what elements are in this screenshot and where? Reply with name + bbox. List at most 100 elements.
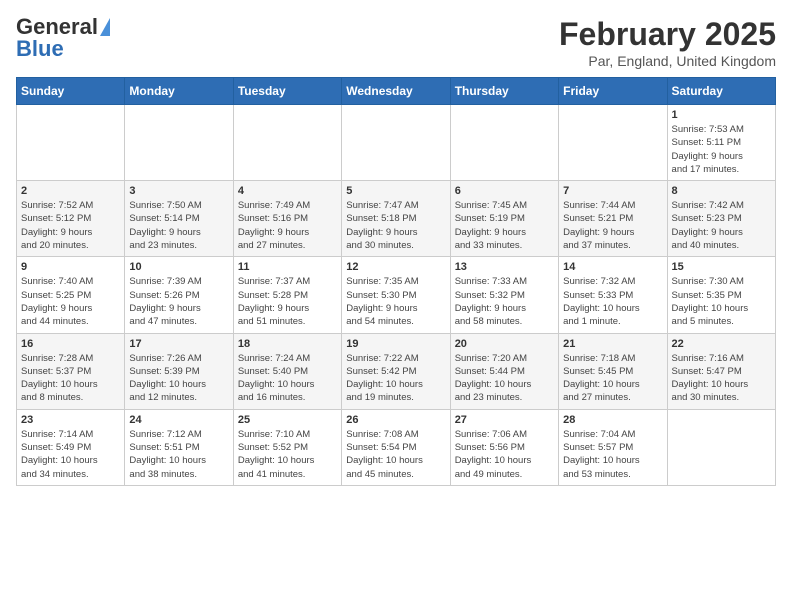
- calendar-week-row: 2 Sunrise: 7:52 AM Sunset: 5:12 PM Daylig…: [17, 181, 776, 257]
- day-info: Sunrise: 7:10 AM Sunset: 5:52 PM Dayligh…: [238, 428, 337, 481]
- day-number: 18: [238, 338, 337, 350]
- calendar-cell: 26 Sunrise: 7:08 AM Sunset: 5:54 PM Dayli…: [342, 409, 450, 485]
- calendar-week-row: 1 Sunrise: 7:53 AM Sunset: 5:11 PM Daylig…: [17, 105, 776, 181]
- day-number: 10: [129, 261, 228, 273]
- calendar-cell: 27 Sunrise: 7:06 AM Sunset: 5:56 PM Dayli…: [450, 409, 558, 485]
- weekday-header-saturday: Saturday: [667, 78, 775, 105]
- calendar-cell: 11Sunrise: 7:37 AM Sunset: 5:28 PM Dayli…: [233, 257, 341, 333]
- calendar-cell: [17, 105, 125, 181]
- calendar-cell: 13 Sunrise: 7:33 AM Sunset: 5:32 PM Dayli…: [450, 257, 558, 333]
- calendar-table: SundayMondayTuesdayWednesdayThursdayFrid…: [16, 77, 776, 486]
- calendar-cell: 17 Sunrise: 7:26 AM Sunset: 5:39 PM Dayli…: [125, 333, 233, 409]
- page-subtitle: Par, England, United Kingdom: [559, 53, 776, 69]
- day-number: 25: [238, 414, 337, 426]
- day-info: Sunrise: 7:20 AM Sunset: 5:44 PM Dayligh…: [455, 352, 554, 405]
- day-info: Sunrise: 7:45 AM Sunset: 5:19 PM Dayligh…: [455, 199, 554, 252]
- day-number: 1: [672, 109, 771, 121]
- day-info: Sunrise: 7:30 AM Sunset: 5:35 PM Dayligh…: [672, 275, 771, 328]
- day-info: Sunrise: 7:44 AM Sunset: 5:21 PM Dayligh…: [563, 199, 662, 252]
- day-info: Sunrise: 7:12 AM Sunset: 5:51 PM Dayligh…: [129, 428, 228, 481]
- day-number: 4: [238, 185, 337, 197]
- calendar-cell: 24 Sunrise: 7:12 AM Sunset: 5:51 PM Dayli…: [125, 409, 233, 485]
- day-number: 21: [563, 338, 662, 350]
- day-number: 17: [129, 338, 228, 350]
- day-number: 2: [21, 185, 120, 197]
- logo-text-general: General: [16, 16, 98, 38]
- day-number: 14: [563, 261, 662, 273]
- weekday-header-friday: Friday: [559, 78, 667, 105]
- day-info: Sunrise: 7:40 AM Sunset: 5:25 PM Dayligh…: [21, 275, 120, 328]
- logo-triangle-icon: [100, 18, 110, 36]
- calendar-cell: 1 Sunrise: 7:53 AM Sunset: 5:11 PM Daylig…: [667, 105, 775, 181]
- day-number: 16: [21, 338, 120, 350]
- day-number: 22: [672, 338, 771, 350]
- weekday-header-sunday: Sunday: [17, 78, 125, 105]
- day-info: Sunrise: 7:52 AM Sunset: 5:12 PM Dayligh…: [21, 199, 120, 252]
- calendar-cell: [450, 105, 558, 181]
- page-title: February 2025: [559, 16, 776, 53]
- day-info: Sunrise: 7:49 AM Sunset: 5:16 PM Dayligh…: [238, 199, 337, 252]
- calendar-cell: 4 Sunrise: 7:49 AM Sunset: 5:16 PM Daylig…: [233, 181, 341, 257]
- day-info: Sunrise: 7:39 AM Sunset: 5:26 PM Dayligh…: [129, 275, 228, 328]
- weekday-header-tuesday: Tuesday: [233, 78, 341, 105]
- day-number: 15: [672, 261, 771, 273]
- day-info: Sunrise: 7:32 AM Sunset: 5:33 PM Dayligh…: [563, 275, 662, 328]
- day-info: Sunrise: 7:42 AM Sunset: 5:23 PM Dayligh…: [672, 199, 771, 252]
- calendar-cell: 10 Sunrise: 7:39 AM Sunset: 5:26 PM Dayli…: [125, 257, 233, 333]
- weekday-header-thursday: Thursday: [450, 78, 558, 105]
- day-number: 24: [129, 414, 228, 426]
- day-number: 8: [672, 185, 771, 197]
- day-info: Sunrise: 7:50 AM Sunset: 5:14 PM Dayligh…: [129, 199, 228, 252]
- calendar-cell: 15 Sunrise: 7:30 AM Sunset: 5:35 PM Dayli…: [667, 257, 775, 333]
- calendar-cell: [559, 105, 667, 181]
- day-info: Sunrise: 7:53 AM Sunset: 5:11 PM Dayligh…: [672, 123, 771, 176]
- day-info: Sunrise: 7:08 AM Sunset: 5:54 PM Dayligh…: [346, 428, 445, 481]
- day-info: Sunrise: 7:33 AM Sunset: 5:32 PM Dayligh…: [455, 275, 554, 328]
- calendar-cell: 3 Sunrise: 7:50 AM Sunset: 5:14 PM Daylig…: [125, 181, 233, 257]
- calendar-cell: 8 Sunrise: 7:42 AM Sunset: 5:23 PM Daylig…: [667, 181, 775, 257]
- calendar-cell: 9 Sunrise: 7:40 AM Sunset: 5:25 PM Daylig…: [17, 257, 125, 333]
- day-info: Sunrise: 7:26 AM Sunset: 5:39 PM Dayligh…: [129, 352, 228, 405]
- day-info: Sunrise: 7:06 AM Sunset: 5:56 PM Dayligh…: [455, 428, 554, 481]
- calendar-cell: 23Sunrise: 7:14 AM Sunset: 5:49 PM Dayli…: [17, 409, 125, 485]
- calendar-cell: [667, 409, 775, 485]
- calendar-cell: 5 Sunrise: 7:47 AM Sunset: 5:18 PM Daylig…: [342, 181, 450, 257]
- calendar-cell: 2 Sunrise: 7:52 AM Sunset: 5:12 PM Daylig…: [17, 181, 125, 257]
- day-number: 7: [563, 185, 662, 197]
- day-info: Sunrise: 7:16 AM Sunset: 5:47 PM Dayligh…: [672, 352, 771, 405]
- day-info: Sunrise: 7:14 AM Sunset: 5:49 PM Dayligh…: [21, 428, 120, 481]
- title-block: February 2025 Par, England, United Kingd…: [559, 16, 776, 69]
- day-info: Sunrise: 7:24 AM Sunset: 5:40 PM Dayligh…: [238, 352, 337, 405]
- day-number: 20: [455, 338, 554, 350]
- calendar-cell: 19 Sunrise: 7:22 AM Sunset: 5:42 PM Dayli…: [342, 333, 450, 409]
- calendar-cell: [125, 105, 233, 181]
- day-info: Sunrise: 7:04 AM Sunset: 5:57 PM Dayligh…: [563, 428, 662, 481]
- day-number: 5: [346, 185, 445, 197]
- day-info: Sunrise: 7:28 AM Sunset: 5:37 PM Dayligh…: [21, 352, 120, 405]
- day-number: 28: [563, 414, 662, 426]
- day-info: Sunrise: 7:37 AM Sunset: 5:28 PM Dayligh…: [238, 275, 337, 328]
- day-number: 13: [455, 261, 554, 273]
- day-info: Sunrise: 7:22 AM Sunset: 5:42 PM Dayligh…: [346, 352, 445, 405]
- calendar-cell: 20 Sunrise: 7:20 AM Sunset: 5:44 PM Dayli…: [450, 333, 558, 409]
- calendar-week-row: 9 Sunrise: 7:40 AM Sunset: 5:25 PM Daylig…: [17, 257, 776, 333]
- day-number: 9: [21, 261, 120, 273]
- day-number: 19: [346, 338, 445, 350]
- calendar-cell: 14 Sunrise: 7:32 AM Sunset: 5:33 PM Dayli…: [559, 257, 667, 333]
- logo-text-blue: Blue: [16, 38, 64, 60]
- day-number: 26: [346, 414, 445, 426]
- calendar-cell: 7 Sunrise: 7:44 AM Sunset: 5:21 PM Daylig…: [559, 181, 667, 257]
- calendar-cell: 28 Sunrise: 7:04 AM Sunset: 5:57 PM Dayli…: [559, 409, 667, 485]
- calendar-cell: 16 Sunrise: 7:28 AM Sunset: 5:37 PM Dayli…: [17, 333, 125, 409]
- day-number: 3: [129, 185, 228, 197]
- weekday-header-wednesday: Wednesday: [342, 78, 450, 105]
- calendar-cell: 6Sunrise: 7:45 AM Sunset: 5:19 PM Daylig…: [450, 181, 558, 257]
- day-info: Sunrise: 7:18 AM Sunset: 5:45 PM Dayligh…: [563, 352, 662, 405]
- day-info: Sunrise: 7:47 AM Sunset: 5:18 PM Dayligh…: [346, 199, 445, 252]
- calendar-header-row: SundayMondayTuesdayWednesdayThursdayFrid…: [17, 78, 776, 105]
- day-info: Sunrise: 7:35 AM Sunset: 5:30 PM Dayligh…: [346, 275, 445, 328]
- page-header: General Blue February 2025 Par, England,…: [16, 16, 776, 69]
- calendar-cell: 12 Sunrise: 7:35 AM Sunset: 5:30 PM Dayli…: [342, 257, 450, 333]
- day-number: 12: [346, 261, 445, 273]
- day-number: 27: [455, 414, 554, 426]
